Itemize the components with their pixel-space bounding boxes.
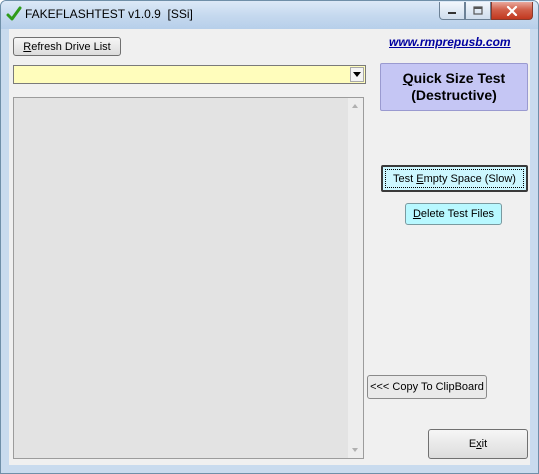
quick-size-test-button[interactable]: Quick Size Test (Destructive) — [380, 63, 528, 111]
scroll-down-icon[interactable] — [352, 448, 358, 452]
test-empty-pre: Test — [393, 172, 417, 185]
maximize-button[interactable] — [465, 2, 491, 20]
app-window: FAKEFLASHTEST v1.0.9 [SSi] Refresh Drive… — [0, 0, 539, 474]
copy-to-clipboard-button[interactable]: <<< Copy To ClipBoard — [367, 375, 487, 399]
delete-rest: elete Test Files — [420, 208, 495, 220]
title-bar[interactable]: FAKEFLASHTEST v1.0.9 [SSi] — [1, 1, 538, 29]
quick-accel: Q — [402, 70, 414, 86]
refresh-drive-list-button[interactable]: Refresh Drive List — [13, 37, 121, 56]
delete-test-files-button[interactable]: Delete Test Files — [405, 203, 502, 225]
client-area: Refresh Drive List www.rmprepusb.com Qui… — [9, 29, 530, 465]
maximize-icon — [473, 6, 483, 15]
refresh-accel: R — [23, 40, 32, 53]
exit-pre: E — [468, 438, 477, 450]
exit-rest: it — [481, 438, 488, 450]
delete-accel: D — [412, 208, 421, 220]
minimize-button[interactable] — [439, 2, 465, 20]
window-title: FAKEFLASHTEST v1.0.9 [SSi] — [25, 7, 193, 21]
copy-label: <<< Copy To ClipBoard — [370, 381, 484, 393]
close-icon — [506, 5, 518, 16]
refresh-label: efresh Drive List — [31, 40, 111, 53]
output-log[interactable] — [13, 97, 364, 459]
checkmark-icon — [6, 6, 22, 21]
test-empty-space-button[interactable]: Test Empty Space (Slow) — [381, 165, 528, 192]
chevron-down-icon — [353, 72, 361, 77]
exit-button[interactable]: Ex it — [428, 429, 528, 459]
test-empty-accel: E — [416, 172, 424, 185]
test-empty-rest: mpty Space (Slow) — [423, 172, 516, 185]
drive-select[interactable] — [13, 65, 366, 84]
close-button[interactable] — [491, 2, 533, 20]
quick-line1-text: uick Size Test — [413, 70, 506, 86]
minimize-icon — [448, 11, 456, 14]
dropdown-button[interactable] — [350, 67, 364, 82]
log-scrollbar[interactable] — [348, 98, 363, 458]
website-link[interactable]: www.rmprepusb.com — [389, 35, 511, 49]
quick-size-test-line1: Quick Size Test — [403, 70, 505, 87]
scroll-up-icon[interactable] — [352, 104, 358, 108]
quick-size-test-line2: (Destructive) — [411, 87, 497, 103]
